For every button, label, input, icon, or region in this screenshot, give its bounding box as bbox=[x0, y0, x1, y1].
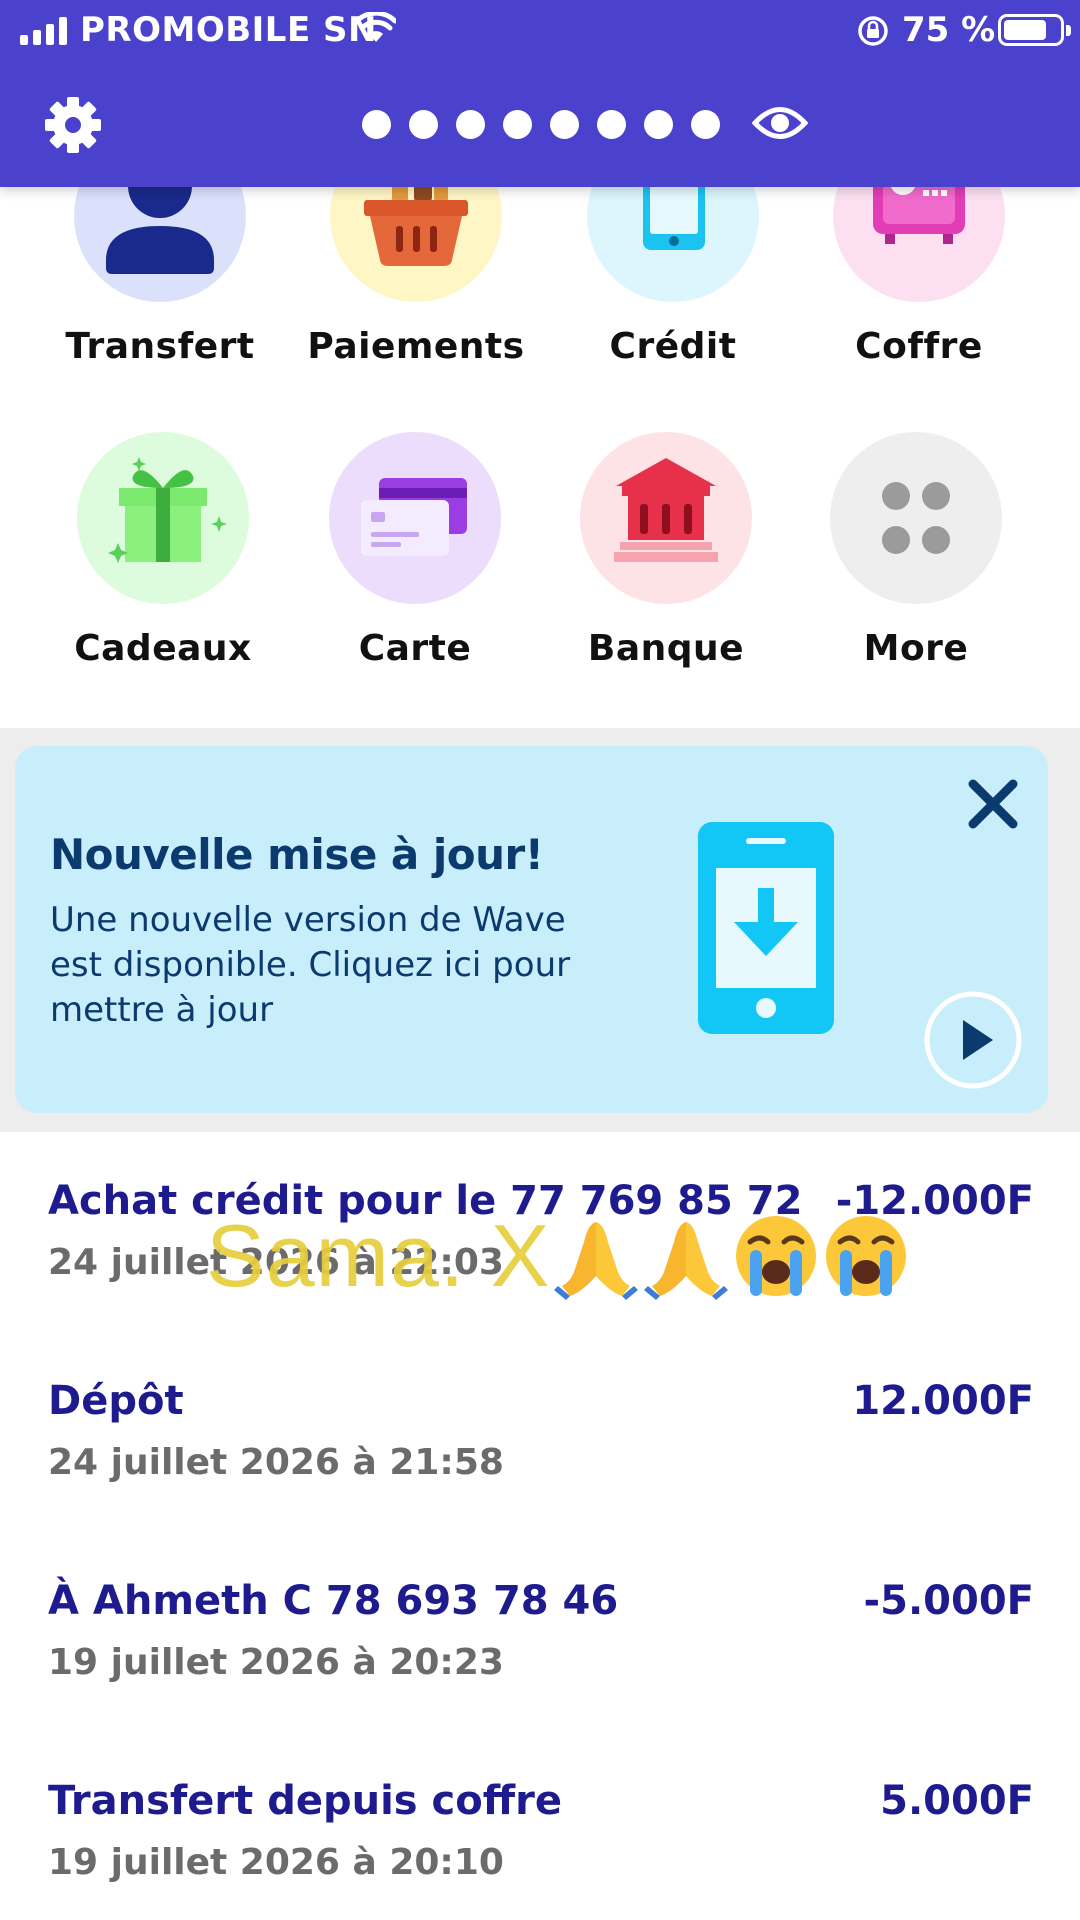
battery-percentage: 75 % bbox=[902, 10, 996, 50]
transaction-row[interactable]: Transfert depuis coffre 5.000F 19 juille… bbox=[48, 1778, 1034, 1898]
masked-digit-dot bbox=[409, 110, 438, 139]
transaction-amount: 12.000F bbox=[852, 1378, 1034, 1424]
play-icon[interactable] bbox=[923, 990, 1023, 1090]
banner-text: Une nouvelle version de Wave est disponi… bbox=[50, 900, 571, 1030]
masked-digit-dot bbox=[362, 110, 391, 139]
action-label: Banque bbox=[587, 628, 745, 669]
eye-icon[interactable] bbox=[752, 102, 808, 144]
download-phone-icon bbox=[698, 822, 834, 1034]
carrier-name: PROMOBILE SN bbox=[80, 10, 377, 50]
transaction-date: 24 juillet 2026 à 21:58 bbox=[48, 1442, 504, 1483]
transaction-date: 19 juillet 2026 à 20:10 bbox=[48, 1842, 504, 1883]
status-bar: PROMOBILE SN 75 % bbox=[0, 0, 1080, 60]
battery-icon bbox=[998, 14, 1071, 46]
transaction-row[interactable]: Dépôt 12.000F 24 juillet 2026 à 21:58 bbox=[48, 1378, 1034, 1498]
card-icon bbox=[329, 432, 501, 604]
gift-icon bbox=[77, 432, 249, 604]
crying-face-icon bbox=[826, 1216, 907, 1296]
quick-actions-grid: Transfert Paiements Crédit Coffre Cadeau… bbox=[0, 130, 1080, 728]
masked-digit-dot bbox=[691, 110, 720, 139]
action-label: Crédit bbox=[609, 326, 737, 367]
action-more[interactable]: More bbox=[796, 432, 1036, 669]
folded-hands-icon bbox=[554, 1222, 639, 1300]
masked-balance[interactable] bbox=[362, 110, 720, 139]
transaction-title: Transfert depuis coffre bbox=[48, 1778, 562, 1824]
close-icon[interactable] bbox=[965, 776, 1021, 832]
transaction-row[interactable]: À Ahmeth C 78 693 78 46 -5.000F 19 juill… bbox=[48, 1578, 1034, 1698]
signal-icon bbox=[20, 17, 67, 45]
crying-face-icon bbox=[736, 1216, 817, 1296]
update-banner[interactable]: Nouvelle mise à jour! Une nouvelle versi… bbox=[15, 746, 1048, 1113]
transaction-title: Dépôt bbox=[48, 1378, 184, 1424]
action-label: Paiements bbox=[307, 326, 525, 367]
wifi-icon bbox=[356, 12, 396, 42]
action-label: Cadeaux bbox=[74, 628, 252, 669]
transaction-title: À Ahmeth C 78 693 78 46 bbox=[48, 1578, 619, 1624]
action-label: Carte bbox=[358, 628, 472, 669]
top-header: PROMOBILE SN 75 % bbox=[0, 0, 1080, 187]
banner-title: Nouvelle mise à jour! bbox=[50, 830, 544, 879]
masked-digit-dot bbox=[644, 110, 673, 139]
action-label: Transfert bbox=[65, 326, 255, 367]
overlay-caption: Sama. X bbox=[206, 1206, 910, 1305]
gear-icon[interactable] bbox=[44, 96, 102, 154]
action-label: Coffre bbox=[855, 326, 983, 367]
masked-digit-dot bbox=[550, 110, 579, 139]
overlay-text: Sama. X bbox=[206, 1206, 551, 1305]
rotation-lock-icon bbox=[858, 16, 888, 46]
action-banque[interactable]: Banque bbox=[546, 432, 786, 669]
folded-hands-icon bbox=[644, 1222, 729, 1300]
action-label: More bbox=[863, 628, 969, 669]
masked-digit-dot bbox=[456, 110, 485, 139]
masked-digit-dot bbox=[597, 110, 626, 139]
transaction-amount: 5.000F bbox=[880, 1778, 1034, 1824]
action-cadeaux[interactable]: Cadeaux bbox=[43, 432, 283, 669]
transaction-amount: -5.000F bbox=[863, 1578, 1034, 1624]
masked-digit-dot bbox=[503, 110, 532, 139]
bank-icon bbox=[580, 432, 752, 604]
action-carte[interactable]: Carte bbox=[295, 432, 535, 669]
transaction-date: 19 juillet 2026 à 20:23 bbox=[48, 1642, 504, 1683]
more-icon bbox=[830, 432, 1002, 604]
